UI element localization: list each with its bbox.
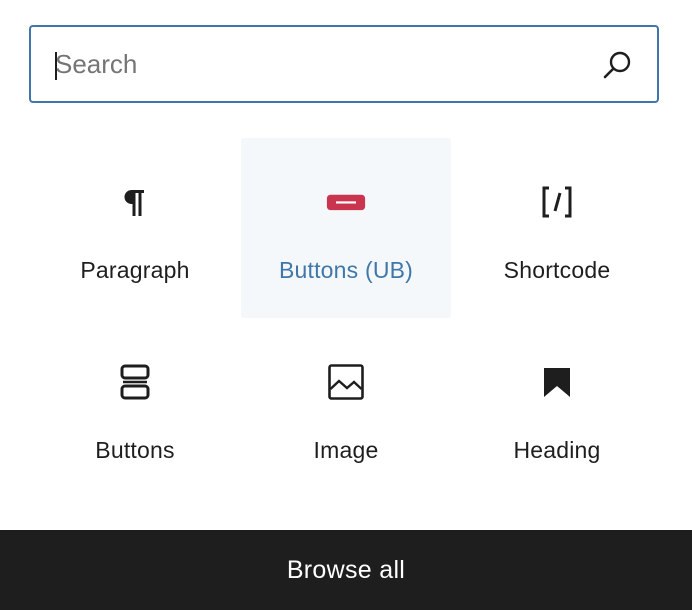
block-label: Heading xyxy=(513,437,601,463)
browse-all-button[interactable]: Browse all xyxy=(0,530,692,610)
block-item-paragraph[interactable]: Paragraph xyxy=(30,138,240,318)
search-box[interactable] xyxy=(29,25,659,103)
block-inserter-panel: Paragraph Buttons (UB) Shortcode xyxy=(0,0,692,610)
block-item-image[interactable]: Image xyxy=(241,318,451,498)
block-grid: Paragraph Buttons (UB) Shortcode Buttons… xyxy=(30,138,662,498)
block-item-shortcode[interactable]: Shortcode xyxy=(452,138,662,318)
button-ub-icon xyxy=(326,182,366,222)
heading-bookmark-icon xyxy=(537,362,577,402)
block-item-heading[interactable]: Heading xyxy=(452,318,662,498)
search-input[interactable] xyxy=(31,27,571,101)
paragraph-icon xyxy=(115,182,155,222)
block-label: Buttons (UB) xyxy=(278,257,414,283)
shortcode-icon xyxy=(537,182,577,222)
block-item-buttons-ub[interactable]: Buttons (UB) xyxy=(241,138,451,318)
image-icon xyxy=(326,362,366,402)
browse-all-label: Browse all xyxy=(286,555,406,584)
block-label: Shortcode xyxy=(503,257,611,283)
search-icon[interactable] xyxy=(601,49,633,81)
block-label: Paragraph xyxy=(80,257,190,283)
buttons-icon xyxy=(115,362,155,402)
block-item-buttons[interactable]: Buttons xyxy=(30,318,240,498)
block-label: Buttons xyxy=(95,437,175,463)
text-caret xyxy=(55,52,57,80)
block-label: Image xyxy=(313,437,379,463)
